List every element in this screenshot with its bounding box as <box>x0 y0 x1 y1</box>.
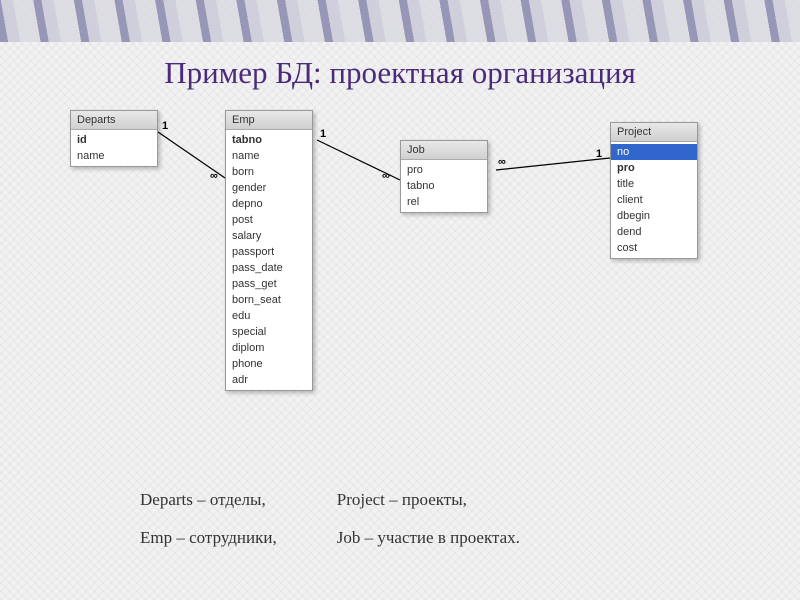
er-diagram: Departs id name Emp tabno name born gend… <box>40 110 760 460</box>
decorative-top-border <box>0 0 800 42</box>
field: name <box>226 148 312 164</box>
table-header-departs: Departs <box>71 111 157 130</box>
field: depno <box>226 196 312 212</box>
field: cost <box>611 240 697 256</box>
table-job: Job pro tabno rel <box>400 140 488 213</box>
field: born <box>226 164 312 180</box>
field: dbegin <box>611 208 697 224</box>
field: id <box>71 132 157 148</box>
table-departs: Departs id name <box>70 110 158 167</box>
table-header-emp: Emp <box>226 111 312 130</box>
table-header-job: Job <box>401 141 487 160</box>
legend-item: Project – проекты, <box>337 490 520 510</box>
cardinality-label: ∞ <box>498 156 506 168</box>
field: pro <box>611 160 697 176</box>
field: born_seat <box>226 292 312 308</box>
field: pass_date <box>226 260 312 276</box>
field: pass_get <box>226 276 312 292</box>
table-project: Project no pro title client dbegin dend … <box>610 122 698 259</box>
field: gender <box>226 180 312 196</box>
field: special <box>226 324 312 340</box>
legend-item: Departs – отделы, <box>140 490 277 510</box>
legend-item: Job – участие в проектах. <box>337 528 520 548</box>
field: salary <box>226 228 312 244</box>
field: pro <box>401 162 487 178</box>
field: tabno <box>401 178 487 194</box>
field: client <box>611 192 697 208</box>
cardinality-label: 1 <box>320 128 326 140</box>
field: adr <box>226 372 312 388</box>
field: tabno <box>226 132 312 148</box>
cardinality-label: 1 <box>162 120 168 132</box>
field: dend <box>611 224 697 240</box>
field: name <box>71 148 157 164</box>
field: post <box>226 212 312 228</box>
field: passport <box>226 244 312 260</box>
field: phone <box>226 356 312 372</box>
cardinality-label: 1 <box>596 148 602 160</box>
table-header-project: Project <box>611 123 697 142</box>
field: diplom <box>226 340 312 356</box>
cardinality-label: ∞ <box>382 170 390 182</box>
table-emp: Emp tabno name born gender depno post sa… <box>225 110 313 391</box>
page-title: Пример БД: проектная организация <box>0 55 800 91</box>
field: no <box>611 144 697 160</box>
field: rel <box>401 194 487 210</box>
legend-item: Emp – сотрудники, <box>140 528 277 548</box>
legend: Departs – отделы, Emp – сотрудники, Proj… <box>140 490 760 548</box>
field: title <box>611 176 697 192</box>
field: edu <box>226 308 312 324</box>
cardinality-label: ∞ <box>210 170 218 182</box>
